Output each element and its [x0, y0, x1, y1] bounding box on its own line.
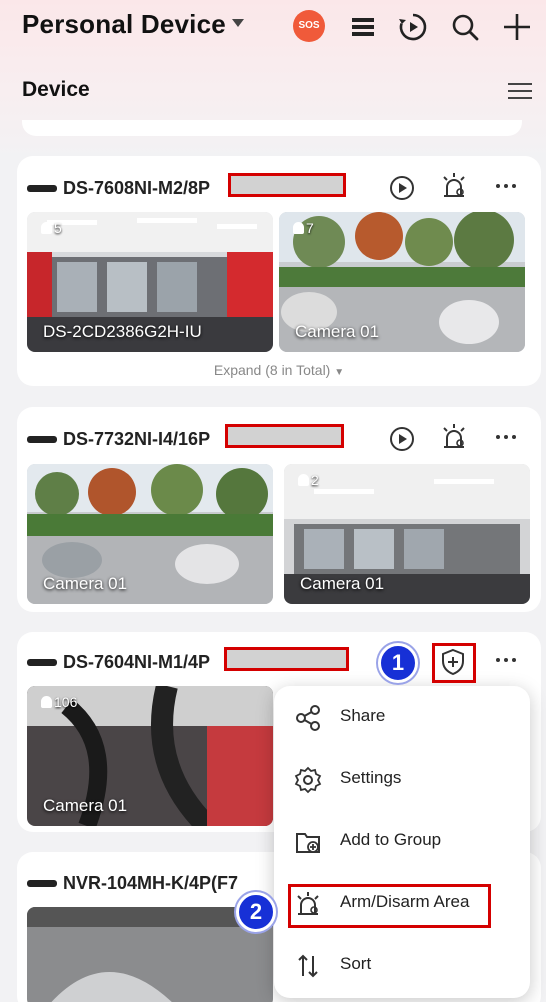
- camera-label: Camera 01: [43, 574, 128, 593]
- device-header: DS-7608NI-M2/8P: [27, 173, 210, 203]
- menu-item-add-to-group[interactable]: Add to Group: [274, 810, 530, 872]
- more-icon[interactable]: [491, 645, 521, 675]
- nvr-icon: [27, 658, 57, 666]
- chevron-down-icon[interactable]: [232, 19, 244, 27]
- play-icon[interactable]: [387, 173, 417, 203]
- menu-icon[interactable]: [508, 82, 532, 100]
- context-menu: Share Settings Add to Group Arm/Disarm A…: [274, 686, 530, 998]
- share-icon: [296, 705, 320, 731]
- camera-thumbnail[interactable]: 5 DS-2CD2386G2H-IU: [27, 212, 273, 352]
- highlight-box-shield: [432, 643, 476, 683]
- device-card[interactable]: DS-7608NI-M2/8P 5 DS-2CD2386G2H-IU 7 Cam…: [17, 156, 541, 386]
- alarm-badge: 7: [293, 220, 314, 236]
- menu-item-label: Settings: [340, 768, 402, 787]
- menu-item-label: Share: [340, 706, 386, 725]
- settings-icon: [294, 766, 322, 794]
- device-name[interactable]: DS-7604NI-M1/4P: [63, 652, 210, 673]
- top-bar: Personal Device SOS: [0, 0, 546, 60]
- camera-thumbnail[interactable]: Camera 01: [27, 464, 273, 604]
- redacted-serial: [228, 173, 346, 197]
- device-header: DS-7732NI-I4/16P: [27, 424, 210, 454]
- caret-down-icon: ▼: [334, 367, 345, 378]
- nvr-icon: [27, 435, 57, 443]
- device-name[interactable]: NVR-104MH-K/4P(F7: [63, 873, 238, 894]
- menu-item-share[interactable]: Share: [274, 686, 530, 748]
- step-marker-2: 2: [236, 892, 276, 932]
- alarm-badge: 106: [41, 694, 77, 710]
- menu-item-label: Sort: [340, 954, 372, 973]
- camera-label: Camera 01: [43, 796, 128, 815]
- sort-icon: [298, 954, 318, 978]
- search-icon[interactable]: [448, 10, 482, 44]
- nvr-icon: [27, 184, 57, 192]
- bell-icon: [293, 222, 304, 234]
- expand-button[interactable]: Expand (8 in Total) ▼: [17, 362, 541, 378]
- menu-item-label: Add to Group: [340, 830, 442, 849]
- more-icon[interactable]: [491, 422, 521, 452]
- device-header: DS-7604NI-M1/4P: [27, 647, 210, 677]
- redacted-serial: [224, 647, 349, 671]
- camera-thumbnail[interactable]: 2 Camera 01: [284, 464, 530, 604]
- previous-card-edge: [22, 120, 522, 136]
- camera-label: DS-2CD2386G2H-IU: [43, 322, 202, 341]
- playback-icon[interactable]: [396, 10, 430, 44]
- highlight-box-arm-disarm: [288, 884, 491, 928]
- alarm-badge: 5: [41, 220, 62, 236]
- add-icon[interactable]: [500, 10, 534, 44]
- camera-label: Camera 01: [300, 574, 385, 593]
- alarm-badge: 2: [298, 472, 319, 488]
- sos-icon[interactable]: SOS: [293, 10, 325, 42]
- arm-alarm-icon[interactable]: [439, 422, 469, 452]
- device-name[interactable]: DS-7608NI-M2/8P: [63, 178, 210, 199]
- device-name[interactable]: DS-7732NI-I4/16P: [63, 429, 210, 450]
- dark-camera-scene: [27, 907, 273, 1002]
- more-icon[interactable]: [491, 171, 521, 201]
- play-icon[interactable]: [387, 424, 417, 454]
- page-title[interactable]: Personal Device: [22, 9, 226, 40]
- camera-label: Camera 01: [295, 322, 380, 341]
- nvr-icon: [27, 879, 57, 887]
- device-card[interactable]: DS-7732NI-I4/16P Camera 01 2 Camera 01: [17, 407, 541, 612]
- bell-icon: [41, 222, 52, 234]
- step-marker-1: 1: [378, 643, 418, 683]
- camera-thumbnail[interactable]: 106 Camera 01: [27, 686, 273, 826]
- section-title: Device: [22, 78, 90, 101]
- camera-thumbnail[interactable]: [27, 907, 273, 1002]
- redacted-serial: [225, 424, 344, 448]
- menu-item-sort[interactable]: Sort: [274, 934, 530, 996]
- device-header: NVR-104MH-K/4P(F7: [27, 868, 238, 898]
- list-icon[interactable]: [346, 10, 380, 44]
- camera-thumbnail[interactable]: 7 Camera 01: [279, 212, 525, 352]
- add-to-group-icon: [296, 833, 320, 853]
- bell-icon: [298, 474, 309, 486]
- arm-alarm-icon[interactable]: [439, 171, 469, 201]
- menu-item-settings[interactable]: Settings: [274, 748, 530, 810]
- bell-icon: [41, 696, 52, 708]
